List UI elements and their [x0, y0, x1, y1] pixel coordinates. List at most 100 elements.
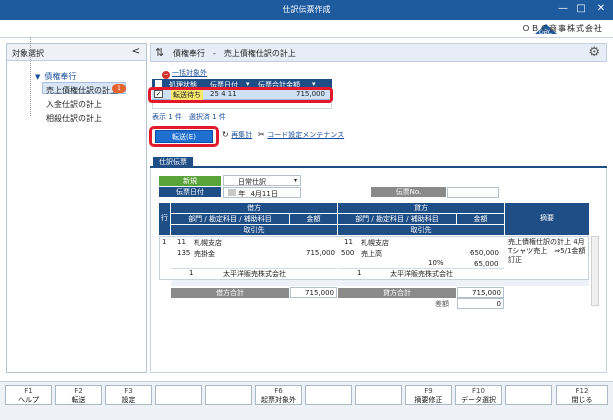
f7-empty-button[interactable] [305, 385, 352, 405]
minimize-button[interactable]: — [556, 3, 570, 17]
highlight-frame [149, 126, 219, 147]
select-all-checkbox[interactable] [155, 80, 162, 87]
f1-help-button[interactable]: F1 ヘルプ [5, 385, 52, 405]
tree-item-payment-journal[interactable]: 入金仕訳の計上 [42, 96, 126, 109]
debit-partner-header: 取引先 [171, 225, 337, 235]
credit-total: 715,000 [457, 287, 504, 298]
credit-amount-header: 金額 [457, 214, 504, 224]
tree-root-label: 債権奉行 [44, 72, 77, 81]
date-label: 伝票日付 [159, 187, 221, 197]
window-title: 仕訳伝票作成 [282, 5, 331, 14]
cr-amount[interactable]: 650,000 [470, 249, 499, 257]
tree-item-label: 売上債権仕訳の計上 [46, 86, 118, 95]
voucher-no-label: 伝票No. [371, 187, 446, 197]
cr-dept-name: 札幌支店 [361, 239, 389, 247]
dr-dept-name: 札幌支店 [194, 239, 222, 247]
code-maintenance-label: コード設定メンテナンス [267, 131, 345, 139]
tree-item-sales-journal[interactable]: 売上債権仕訳の計上 1 [42, 82, 126, 95]
cr-account-code[interactable]: 500 [341, 249, 354, 257]
maximize-button[interactable]: □ [574, 3, 588, 17]
recalc-label: 再集計 [231, 131, 253, 139]
date-era: 年 [238, 190, 246, 198]
main-title: 債権奉行 ‐ 売上債権仕訳の計上 [173, 49, 296, 58]
voucher-no-field[interactable] [447, 187, 499, 198]
memo-header: 摘要 [505, 203, 589, 235]
cr-tax-amount: 65,000 [474, 260, 499, 268]
chevron-down-icon: ▾ [293, 177, 297, 184]
debit-total-label: 借方合計 [171, 288, 289, 298]
cr-partner-code: 1 [357, 269, 362, 277]
dr-dept-code[interactable]: 11 [177, 238, 186, 246]
f6-exclude-button[interactable]: F6 起票対象外 [255, 385, 302, 405]
dr-amount[interactable]: 715,000 [306, 249, 335, 257]
tab-bar: 仕訳伝票 [150, 155, 607, 168]
panel-title: 対象選択 [12, 49, 44, 58]
era-box [228, 189, 236, 196]
tree-item-label: 入金仕訳の計上 [46, 100, 102, 109]
tree-root-saiken[interactable]: ▼ 債権奉行 [35, 71, 76, 82]
f5-empty-button[interactable] [205, 385, 252, 405]
title-bar: 仕訳伝票作成 — □ ✕ [0, 0, 613, 20]
stop-icon: − [162, 71, 170, 79]
f10-data-select-button[interactable]: F10 データ選択 [455, 385, 502, 405]
diff-label: 差額 [435, 300, 449, 308]
cr-dept-code[interactable]: 11 [344, 238, 353, 246]
debit-total: 715,000 [290, 287, 337, 298]
empty-line[interactable] [171, 280, 589, 286]
selection-count: 表示 1 件 選択済 1 件 [152, 113, 226, 121]
cr-tax-rate: 10% [428, 259, 444, 267]
date-field[interactable]: 年 4月11日 [223, 187, 301, 198]
dr-partner-name: 太平洋販売株式会社 [223, 270, 286, 278]
journal-type-value: 日常仕訳 [238, 178, 266, 186]
credit-total-label: 貸方合計 [338, 288, 456, 298]
mode-badge: 新規 [159, 176, 221, 186]
journal-type-select[interactable]: 日常仕訳 ▾ [223, 175, 301, 186]
expand-arrow-icon[interactable]: ▼ [35, 73, 40, 81]
company-name: ＯＢＣ商事株式会社 [522, 24, 603, 33]
main-header: ⇅ 債権奉行 ‐ 売上債権仕訳の計上 ⚙ [150, 43, 607, 62]
tree-item-label: 相殺仕訳の計上 [46, 114, 102, 123]
line-no: 1 [162, 238, 167, 246]
debit-header: 借方 [171, 203, 337, 213]
cr-account-name: 売上高 [361, 250, 382, 258]
gear-icon[interactable]: ⚙ [588, 45, 600, 60]
tab-journal-voucher[interactable]: 仕訳伝票 [153, 157, 193, 168]
collapse-panel-button[interactable]: < [132, 46, 140, 57]
row-no-header: 行 [159, 203, 170, 235]
sync-icon[interactable]: ⇅ [155, 46, 164, 59]
panel-header: 対象選択 < [7, 44, 146, 61]
dr-account-name: 売掛金 [194, 250, 215, 258]
vertical-scrollbar[interactable] [591, 236, 599, 306]
f12-close-button[interactable]: F12 閉じる [556, 385, 608, 405]
target-selection-panel: 対象選択 < ▼ 債権奉行 売上債権仕訳の計上 1 入金仕訳の計上 相殺仕訳の計上 [6, 43, 147, 373]
diff-value: 0 [457, 298, 504, 309]
code-maintenance-link[interactable]: ✂ コード設定メンテナンス [258, 130, 344, 140]
dr-partner-code: 1 [189, 269, 194, 277]
tree-item-offset-journal[interactable]: 相殺仕訳の計上 [42, 110, 126, 123]
date-value: 4月11日 [250, 190, 278, 198]
dr-account-code[interactable]: 135 [177, 249, 190, 257]
tools-icon: ✂ [258, 130, 265, 139]
f3-settings-button[interactable]: F3 設定 [105, 385, 152, 405]
debit-amount-header: 金額 [290, 214, 337, 224]
debit-account-header: 部門 / 勘定科目 / 補助科目 [171, 214, 289, 224]
highlight-frame [148, 87, 333, 103]
bulk-exclude-link[interactable]: − 一括対象外 [162, 68, 207, 79]
close-button[interactable]: ✕ [594, 3, 608, 17]
f4-empty-button[interactable] [155, 385, 202, 405]
credit-account-header: 部門 / 勘定科目 / 補助科目 [338, 214, 456, 224]
company-bar: OBC ＯＢＣ商事株式会社 [0, 20, 613, 38]
bulk-exclude-label: 一括対象外 [172, 69, 207, 77]
recalc-link[interactable]: ↻ 再集計 [222, 130, 252, 140]
memo-text[interactable]: 売上債権仕訳の計上 4月Tシャツ売上 ⇒5/1金額訂正 [508, 238, 586, 265]
f8-empty-button[interactable] [355, 385, 402, 405]
credit-header: 貸方 [338, 203, 504, 213]
tree-connector [30, 37, 31, 116]
credit-partner-header: 取引先 [338, 225, 504, 235]
refresh-icon: ↻ [222, 130, 229, 139]
cr-partner-name: 太平洋販売株式会社 [390, 270, 453, 278]
f2-send-button[interactable]: F2 転送 [55, 385, 102, 405]
count-badge: 1 [112, 84, 126, 93]
f11-empty-button[interactable] [505, 385, 552, 405]
f9-memo-fix-button[interactable]: F9 摘要修正 [405, 385, 452, 405]
